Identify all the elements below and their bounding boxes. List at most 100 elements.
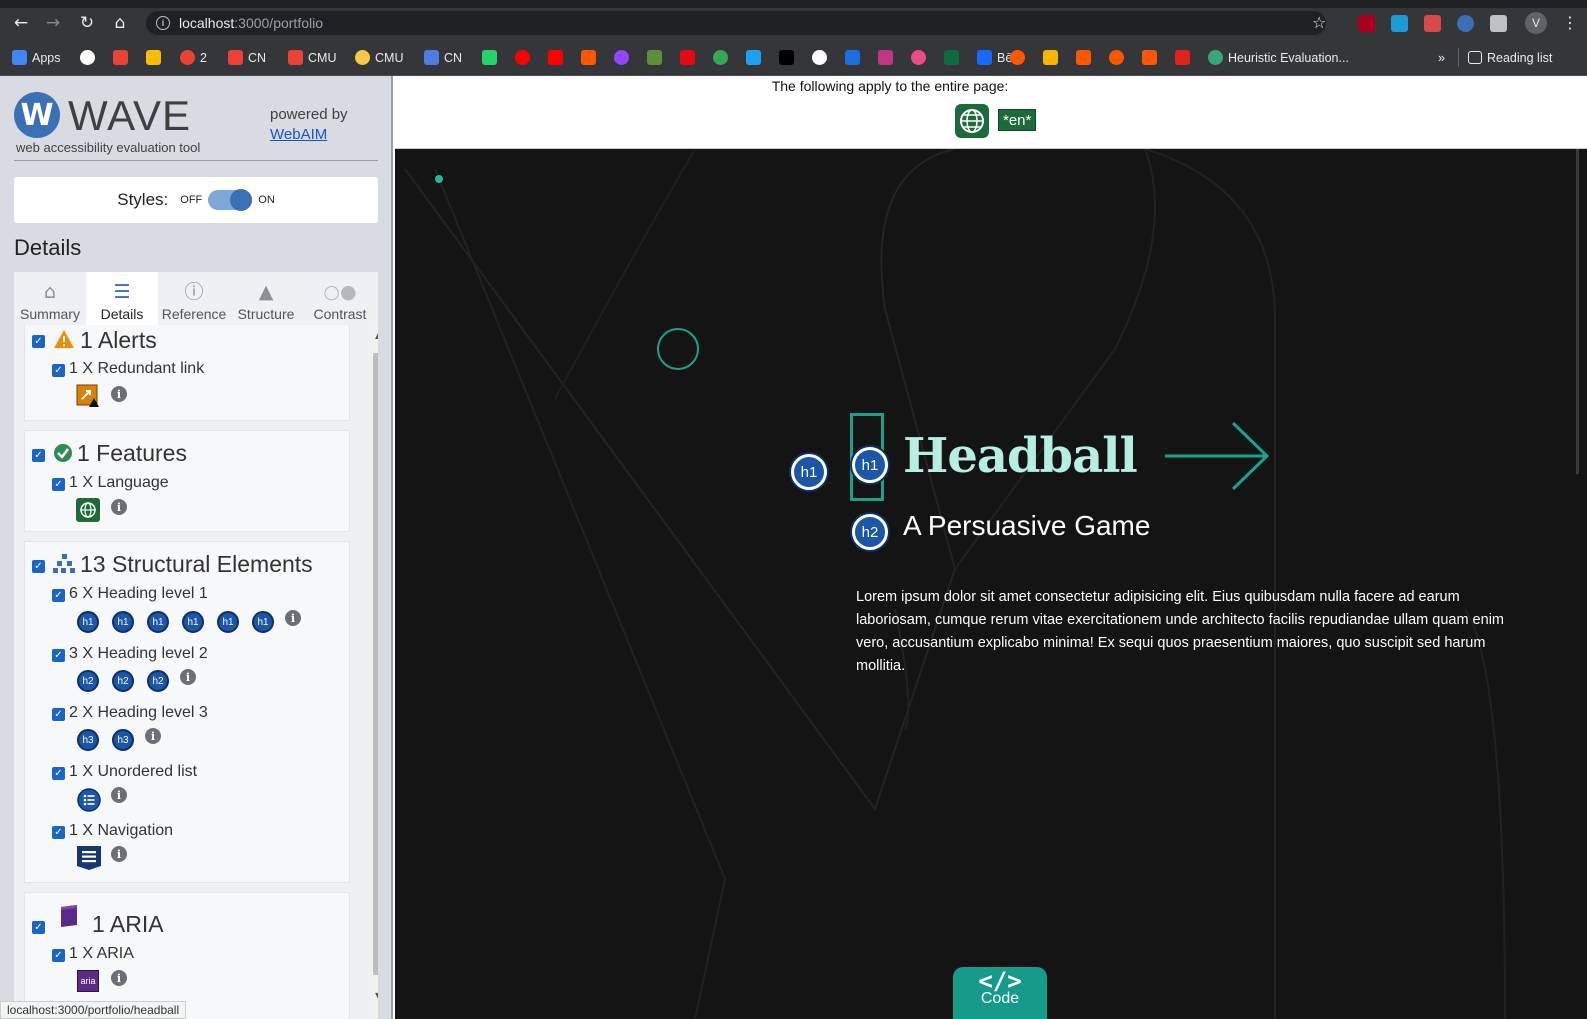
bookmark-item[interactable]: CMU [288,49,336,66]
heading3-checkbox[interactable]: ✓ [52,708,65,721]
info-icon[interactable]: i [145,728,161,744]
extension-window-icon[interactable] [1391,15,1408,32]
h3-badge[interactable]: h3 [112,729,134,751]
tab-details[interactable]: ☰ Details [86,272,158,325]
bookmark-item[interactable] [1109,49,1129,66]
wave-h1-badge[interactable]: h1 [791,454,827,490]
extension-puzzle-red-icon[interactable] [1424,15,1441,32]
arrow-right-icon[interactable] [1163,421,1271,491]
h3-badge[interactable]: h3 [77,729,99,751]
bookmark-item[interactable]: Bē [977,49,1012,66]
unordered-list-icon[interactable] [77,788,101,817]
bookmark-item[interactable] [614,49,634,66]
more-bookmarks-chevron-icon[interactable]: » [1438,49,1445,66]
panel-scrollbar-thumb[interactable] [373,353,378,975]
extensions-puzzle-icon[interactable] [1490,15,1507,32]
scroll-down-icon[interactable]: ▼ [375,991,378,1000]
wave-h1-badge[interactable]: h1 [852,447,888,483]
info-icon[interactable]: i [111,970,127,986]
profile-avatar[interactable]: V [1525,12,1547,34]
aria-item-checkbox[interactable]: ✓ [52,949,65,962]
heading1-checkbox[interactable]: ✓ [52,589,65,602]
bookmark-item[interactable]: Heuristic Evaluation... [1208,49,1349,66]
h2-badge[interactable]: h2 [112,670,134,692]
bookmark-item[interactable] [779,49,799,66]
bookmark-item[interactable]: 2 [180,49,207,66]
tab-contrast[interactable]: ○● Contrast [302,272,378,325]
h1-badge[interactable]: h1 [182,611,204,633]
bookmark-item[interactable] [1043,49,1063,66]
navigation-checkbox[interactable]: ✓ [52,826,65,839]
webaim-link[interactable]: WebAIM [270,126,327,143]
forward-arrow-icon[interactable]: → [38,8,68,38]
tab-structure[interactable]: ▲ Structure [230,272,302,325]
redundant-link-icon[interactable] [76,384,100,413]
navigation-icon[interactable] [76,845,102,876]
reading-list-button[interactable]: Reading list [1468,49,1552,66]
bookmark-item[interactable]: CMU [355,49,403,66]
h2-badge[interactable]: h2 [77,670,99,692]
aria-badge[interactable]: aria [77,970,99,992]
alerts-checkbox[interactable]: ✓ [32,335,45,348]
info-icon[interactable]: i [111,386,127,402]
bookmark-item[interactable] [581,49,601,66]
h1-badge[interactable]: h1 [252,611,274,633]
bookmark-item[interactable] [146,49,166,66]
bookmark-item[interactable] [1010,49,1030,66]
bookmark-item[interactable] [548,49,568,66]
h1-badge[interactable]: h1 [77,611,99,633]
h1-badge[interactable]: h1 [217,611,239,633]
page-language-globe-icon[interactable] [955,104,989,138]
info-icon[interactable]: i [180,669,196,685]
redundant-link-checkbox[interactable]: ✓ [52,364,65,377]
code-button[interactable]: </> Code [953,967,1047,1019]
features-checkbox[interactable]: ✓ [32,449,45,462]
language-globe-icon[interactable] [76,498,100,527]
bookmark-item[interactable] [1175,49,1195,66]
aria-checkbox[interactable]: ✓ [32,921,45,934]
reload-icon[interactable]: ↻ [72,8,102,38]
scroll-up-icon[interactable]: ▲ [375,331,378,340]
browser-menu-icon[interactable]: ⋮ [1562,13,1578,32]
info-icon[interactable]: i [285,610,301,626]
toggle-knob[interactable] [230,189,253,211]
bookmark-item[interactable] [680,49,700,66]
language-checkbox[interactable]: ✓ [52,478,65,491]
bookmark-item[interactable] [713,49,733,66]
wave-extension-icon[interactable] [1457,15,1474,32]
tab-reference[interactable]: ⓘ Reference [158,272,230,325]
h2-badge[interactable]: h2 [147,670,169,692]
bookmark-item[interactable]: CN [228,49,266,66]
page-scrollbar[interactable] [1576,149,1579,474]
bookmark-item[interactable] [746,49,766,66]
bookmark-item[interactable] [113,49,133,66]
bookmark-item[interactable] [515,49,535,66]
info-icon[interactable]: i [111,787,127,803]
h1-badge[interactable]: h1 [147,611,169,633]
info-icon[interactable]: i [111,846,127,862]
bookmark-item[interactable] [878,49,898,66]
styles-toggle[interactable] [208,189,253,211]
heading2-checkbox[interactable]: ✓ [52,649,65,662]
bookmark-item[interactable] [812,49,832,66]
h1-badge[interactable]: h1 [112,611,134,633]
home-icon[interactable]: ⌂ [105,8,135,38]
site-info-icon[interactable]: i [156,16,170,30]
bookmark-item[interactable] [845,49,865,66]
bookmark-item[interactable] [1076,49,1096,66]
bookmark-item[interactable]: Apps [12,49,61,66]
bookmark-item[interactable] [911,49,931,66]
structural-checkbox[interactable]: ✓ [32,560,45,573]
page-language-badge[interactable]: *en* [998,109,1037,131]
tab-summary[interactable]: ⌂ Summary [14,272,86,325]
wave-h2-badge[interactable]: h2 [852,514,888,550]
address-bar[interactable]: i localhost:3000/portfolio [146,11,1326,35]
back-arrow-icon[interactable]: ← [6,8,36,38]
unordered-list-checkbox[interactable]: ✓ [52,767,65,780]
bookmark-item[interactable]: CN [424,49,462,66]
bookmark-item[interactable] [944,49,964,66]
bookmark-item[interactable] [1142,49,1162,66]
bookmark-star-icon[interactable]: ☆ [1312,13,1326,32]
bookmark-item[interactable] [80,49,100,66]
info-icon[interactable]: i [111,499,127,515]
